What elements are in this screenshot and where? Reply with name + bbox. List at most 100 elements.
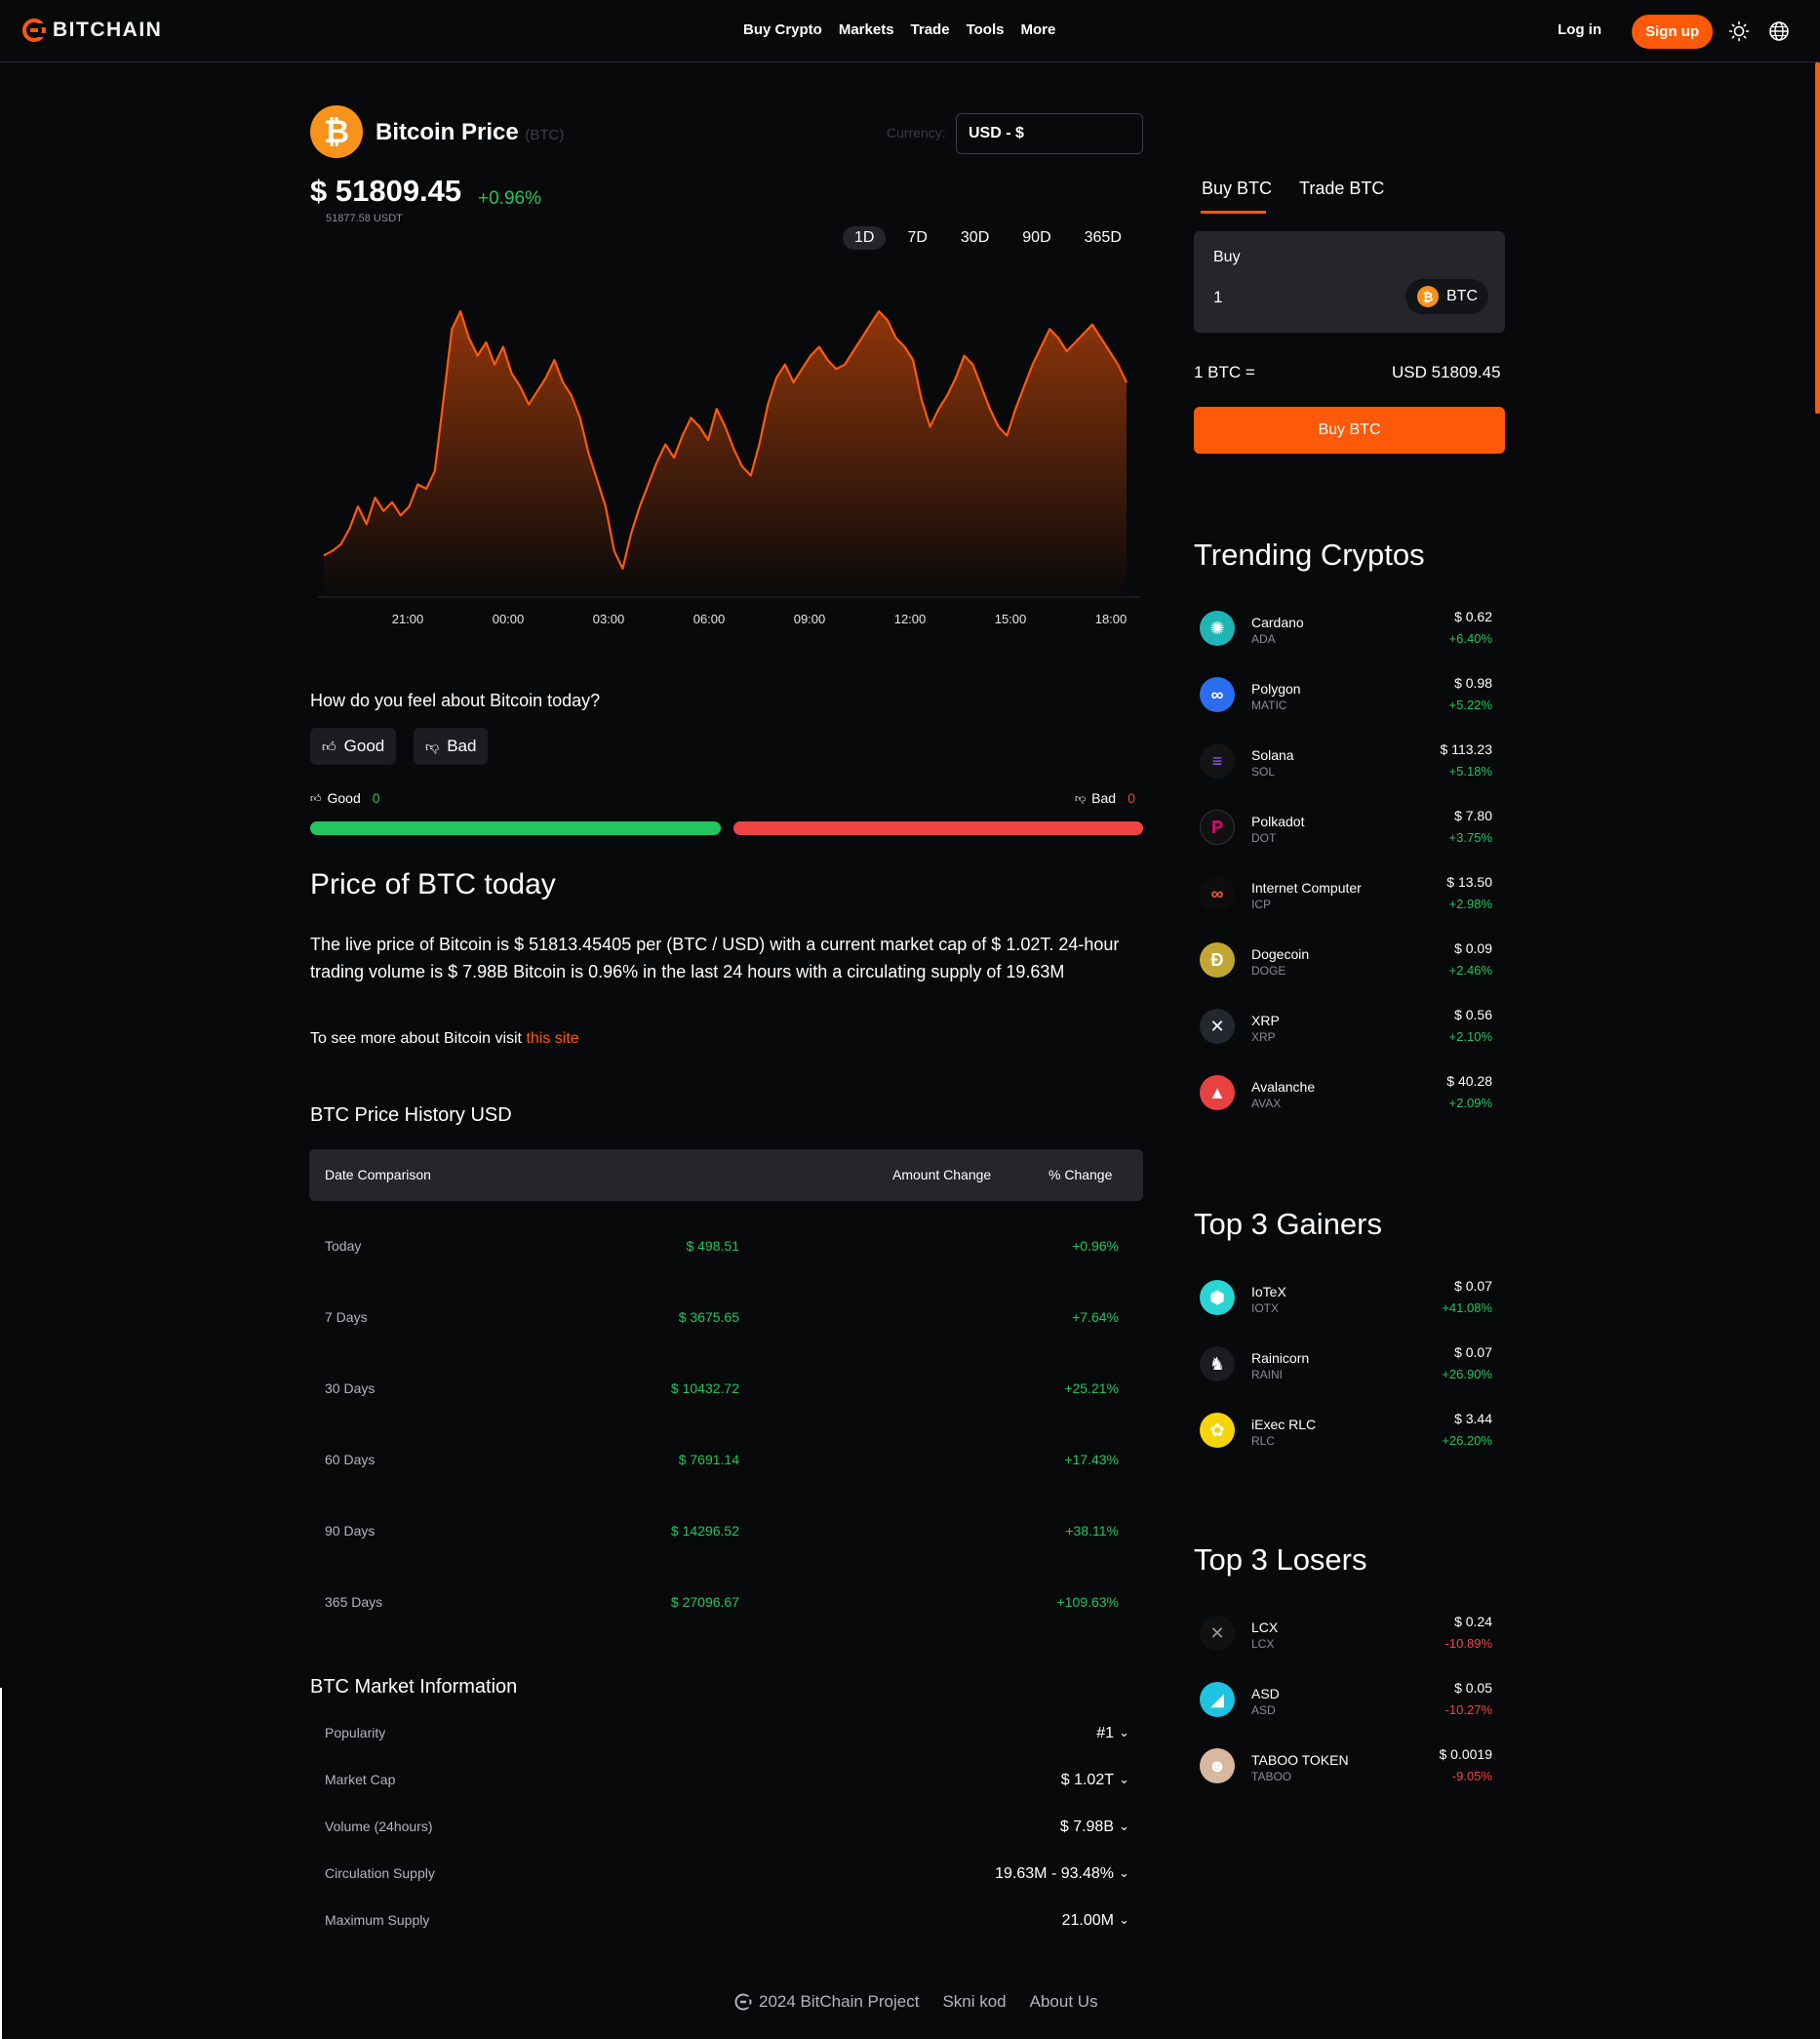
range-90d[interactable]: 90D [1010, 226, 1062, 250]
coin-list-item[interactable]: ♞ Rainicorn RAINI $ 0.07 +26.90% [1200, 1340, 1492, 1391]
range-30d[interactable]: 30D [949, 226, 1001, 250]
iexec-icon: ✿ [1200, 1413, 1235, 1448]
bad-tally: 👎︎ Bad 0 [1075, 790, 1135, 806]
x-tick-label: 18:00 [1095, 612, 1128, 626]
nav-trade[interactable]: Trade [911, 21, 950, 38]
coin-change: +2.46% [1448, 963, 1492, 978]
chevron-down-icon[interactable]: ⌄ [1119, 1819, 1129, 1834]
buy-card: Buy 1 ₿ BTC [1194, 231, 1505, 333]
market-heading: BTC Market Information [310, 1676, 518, 1698]
coin-list-item[interactable]: ✿ iExec RLC RLC $ 3.44 +26.20% [1200, 1407, 1492, 1458]
coin-symbol: MATIC [1251, 699, 1287, 712]
coin-list-item[interactable]: ☻ TABOO TOKEN TABOO $ 0.0019 -9.05% [1200, 1742, 1492, 1793]
coin-list-item[interactable]: ⬢ IoTeX IOTX $ 0.07 +41.08% [1200, 1274, 1492, 1325]
nav-buy-crypto[interactable]: Buy Crypto [743, 21, 822, 38]
buy-amount-input[interactable]: 1 [1213, 288, 1222, 307]
history-table-header: Date Comparison Amount Change % Change [309, 1149, 1143, 1201]
tab-trade-btc[interactable]: Trade BTC [1299, 179, 1384, 199]
market-row[interactable]: Volume (24hours) $ 7.98B ⌄ [309, 1819, 1143, 1848]
market-label: Volume (24hours) [325, 1819, 433, 1834]
coin-list-item[interactable]: ◢ ASD ASD $ 0.05 -10.27% [1200, 1676, 1492, 1727]
chevron-down-icon[interactable]: ⌄ [1119, 1912, 1129, 1928]
row-pct-change: +0.96% [1072, 1238, 1119, 1254]
nav-markets[interactable]: Markets [839, 21, 894, 38]
vote-bad-button[interactable]: 👎︎ Bad [414, 728, 489, 765]
footer-link-skni[interactable]: Skni kod [942, 1992, 1006, 2012]
coin-change: -10.27% [1444, 1702, 1492, 1717]
row-amount-change: $ 498.51 [686, 1238, 740, 1254]
table-row: 365 Days $ 27096.67 +109.63% [309, 1594, 1143, 1633]
row-amount-change: $ 14296.52 [670, 1523, 739, 1539]
coin-price: $ 113.23 [1440, 741, 1492, 757]
coin-symbol: IOTX [1251, 1301, 1280, 1315]
vote-good-button[interactable]: 👍︎ Good [310, 728, 397, 765]
page-scrollbar[interactable] [1815, 62, 1820, 414]
market-label: Circulation Supply [325, 1865, 435, 1881]
table-row: 30 Days $ 10432.72 +25.21% [309, 1380, 1143, 1419]
chevron-down-icon[interactable]: ⌄ [1119, 1865, 1129, 1881]
login-link[interactable]: Log in [1558, 21, 1602, 38]
coin-change: +5.22% [1448, 698, 1492, 712]
asd-icon: ◢ [1200, 1682, 1235, 1717]
lcx-icon: ✕ [1200, 1616, 1235, 1651]
coin-list-item[interactable]: ✕ LCX LCX $ 0.24 -10.89% [1200, 1610, 1492, 1660]
signup-button[interactable]: Sign up [1632, 15, 1713, 49]
left-edge-line [0, 1688, 2, 2039]
coin-list-item[interactable]: ✺ Cardano ADA $ 0.62 +6.40% [1200, 605, 1492, 656]
market-label: Popularity [325, 1725, 386, 1740]
coin-symbol-tag: (BTC) [525, 127, 565, 143]
coin-change: +2.10% [1448, 1029, 1492, 1044]
coin-list-item[interactable]: ∞ Internet Computer ICP $ 13.50 +2.98% [1200, 870, 1492, 921]
coin-list-item[interactable]: ≡ Solana SOL $ 113.23 +5.18% [1200, 738, 1492, 788]
cardano-icon: ✺ [1200, 611, 1235, 646]
coin-symbol: TABOO [1251, 1770, 1292, 1783]
chevron-down-icon[interactable]: ⌄ [1119, 1725, 1129, 1740]
footer-link-about[interactable]: About Us [1030, 1992, 1098, 2012]
active-tab-indicator [1201, 211, 1266, 214]
coin-list-item[interactable]: ▲ Avalanche AVAX $ 40.28 +2.09% [1200, 1069, 1492, 1120]
price-chart[interactable]: 21:00 00:00 03:00 06:00 09:00 12:00 15:00 18:00 [312, 283, 1151, 634]
coin-list-item[interactable]: ✕ XRP XRP $ 0.56 +2.10% [1200, 1003, 1492, 1054]
market-row[interactable]: Popularity #1 ⌄ [309, 1725, 1143, 1754]
coin-symbol: RAINI [1251, 1368, 1284, 1381]
main-nav: Buy Crypto Markets Trade Tools More [743, 21, 1055, 38]
coin-symbol: DOGE [1251, 964, 1286, 978]
theme-toggle-sun-icon[interactable] [1728, 20, 1750, 42]
nav-more[interactable]: More [1020, 21, 1055, 38]
language-globe-icon[interactable] [1768, 20, 1790, 42]
col-date-comparison: Date Comparison [325, 1167, 431, 1182]
coin-price: $ 0.09 [1454, 940, 1492, 956]
chevron-down-icon[interactable]: ⌄ [1119, 1772, 1129, 1787]
vote-bad-label: Bad [447, 737, 477, 755]
range-7d[interactable]: 7D [895, 226, 938, 250]
col-amount-change: Amount Change [892, 1167, 992, 1182]
tab-buy-btc[interactable]: Buy BTC [1202, 179, 1272, 199]
coin-name: IoTeX [1251, 1284, 1286, 1299]
coin-change: +2.09% [1448, 1096, 1492, 1110]
coin-change: +2.98% [1448, 897, 1492, 911]
more-info-link[interactable]: this site [526, 1030, 578, 1047]
iotex-icon: ⬢ [1200, 1280, 1235, 1315]
coin-name: Internet Computer [1251, 880, 1362, 896]
coin-symbol: ICP [1251, 898, 1272, 911]
more-info-text: To see more about Bitcoin visit this sit… [310, 1030, 579, 1048]
about-heading: Price of BTC today [310, 868, 556, 900]
x-axis-ticks: 21:00 00:00 03:00 06:00 09:00 12:00 15:00 18:00 [392, 612, 1128, 626]
rate-left: 1 BTC = [1194, 363, 1255, 381]
range-1d[interactable]: 1D [843, 226, 887, 250]
currency-select[interactable]: USD - $ [956, 113, 1143, 154]
market-row[interactable]: Circulation Supply 19.63M - 93.48% ⌄ [309, 1865, 1143, 1895]
token-selector[interactable]: ₿ BTC [1405, 279, 1488, 314]
top-header: BITCHAIN Buy Crypto Markets Trade Tools … [0, 0, 1820, 62]
coin-list-item[interactable]: ∞ Polygon MATIC $ 0.98 +5.22% [1200, 671, 1492, 722]
nav-tools[interactable]: Tools [967, 21, 1005, 38]
buy-btc-button[interactable]: Buy BTC [1194, 407, 1505, 454]
market-row[interactable]: Maximum Supply 21.00M ⌄ [309, 1912, 1143, 1941]
brand-logo[interactable]: BITCHAIN [21, 18, 162, 43]
rate-right: USD 51809.45 [1392, 363, 1501, 381]
market-row[interactable]: Market Cap $ 1.02T ⌄ [309, 1772, 1143, 1801]
coin-list-item[interactable]: Ð Dogecoin DOGE $ 0.09 +2.46% [1200, 937, 1492, 987]
coin-list-item[interactable]: P Polkadot DOT $ 7.80 +3.75% [1200, 804, 1492, 855]
range-365d[interactable]: 365D [1073, 226, 1133, 250]
coin-change: +5.18% [1448, 764, 1492, 779]
